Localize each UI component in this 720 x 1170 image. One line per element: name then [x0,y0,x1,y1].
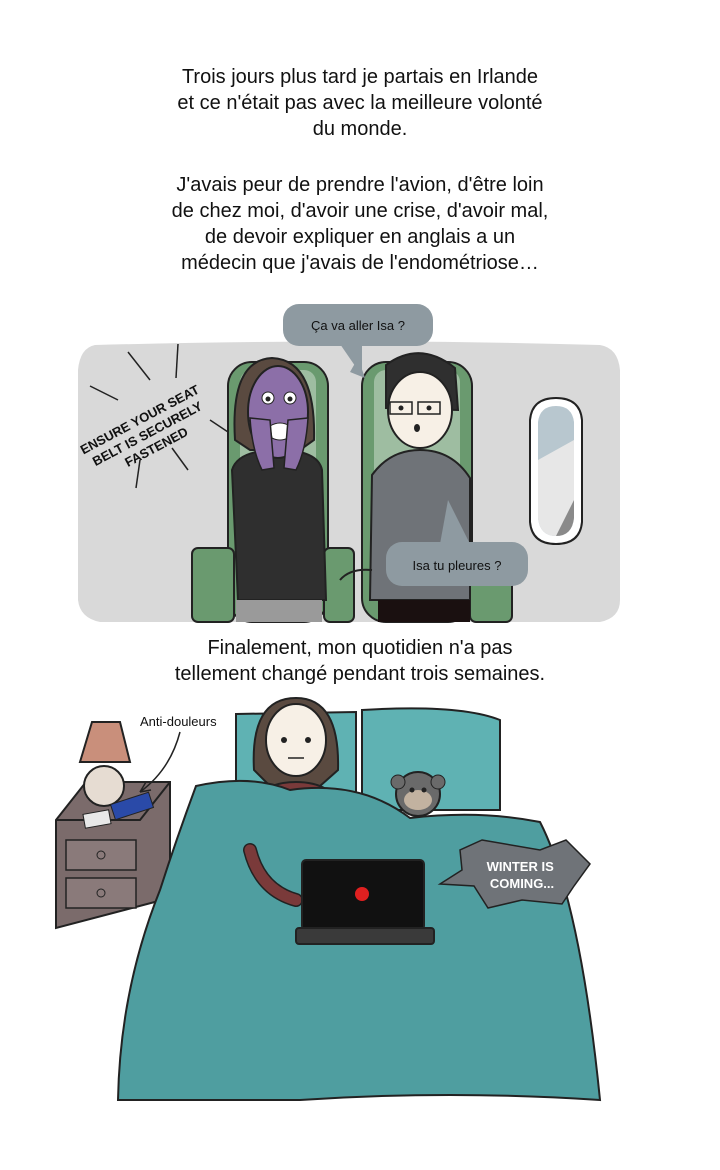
plane-window [529,396,583,546]
painkillers-label: Anti-douleurs [140,714,217,729]
bubble-bottom-text: Isa tu pleures ? [413,558,502,573]
narration-paragraph-1: Trois jours plus tard je partais en Irla… [177,66,543,140]
bed-scene: Anti-douleurs WINTER IS COMING... [55,696,602,1102]
lamp [78,721,132,807]
narration-paragraph-3: Finalement, mon quotidien n'a pas tellem… [174,637,546,685]
narration-top: Trois jours plus tard je partais en Irla… [0,64,720,306]
laptop [295,859,435,945]
narration-paragraph-2: J'avais peur de prendre l'avion, d'être … [171,174,549,274]
bubble-top-text: Ça va aller Isa ? [311,318,405,333]
laptop-logo-icon [355,887,369,901]
laptop-speech-line-1: WINTER IS [487,859,554,874]
plane-scene: ENSURE YOUR SEAT BELT IS SECURELY FASTEN… [78,304,620,623]
laptop-speech-line-2: COMING... [490,876,554,891]
